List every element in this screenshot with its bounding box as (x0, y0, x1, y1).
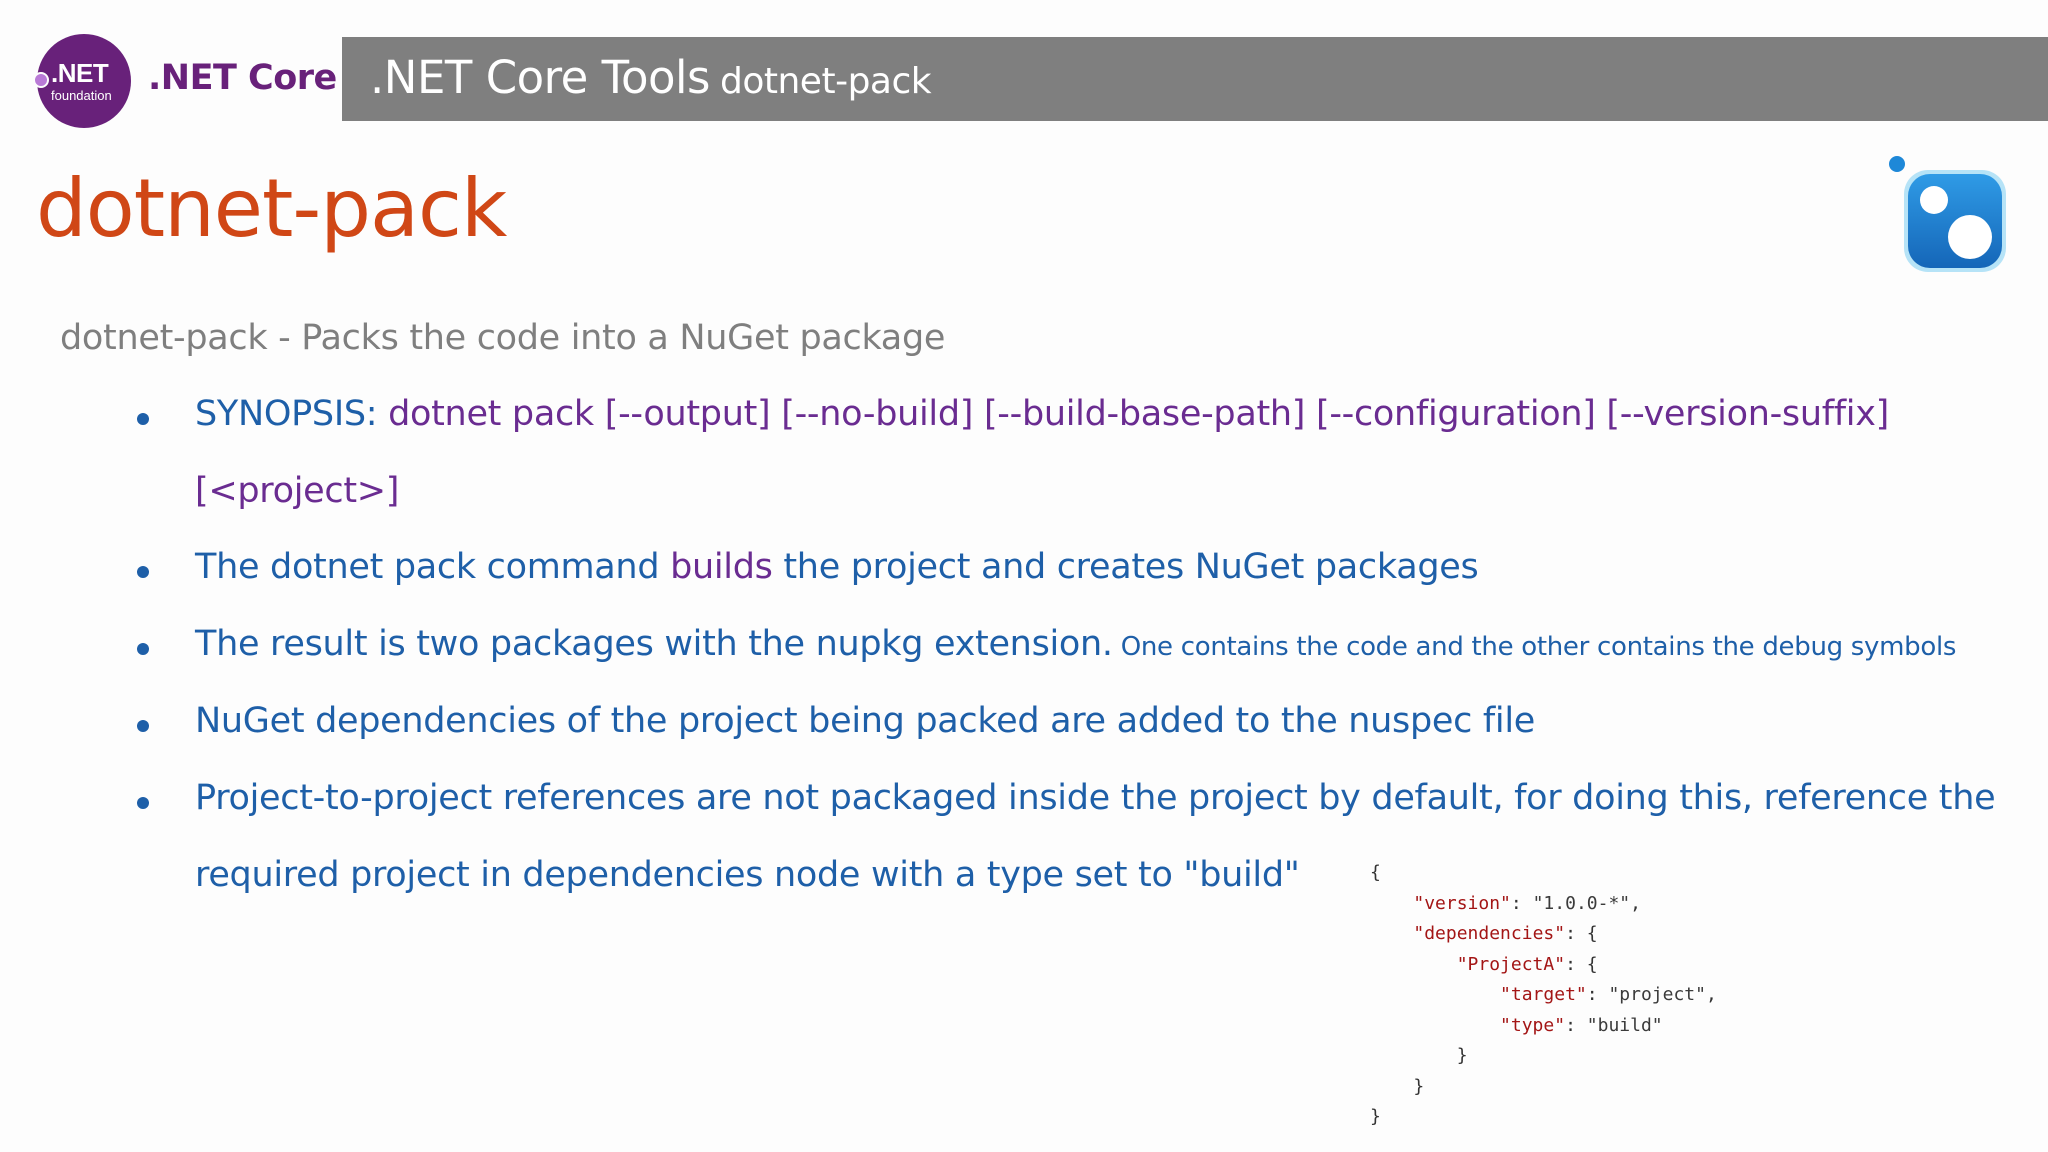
synopsis-label: SYNOPSIS: (195, 394, 378, 434)
bullet-marker (137, 720, 149, 732)
code-value: "1.0.0-*" (1532, 892, 1631, 914)
bullet-builds-part2: the project and creates NuGet packages (772, 547, 1479, 587)
logo-net-text: .NET (51, 58, 109, 88)
header-title: .NET Core Tools (370, 51, 711, 104)
code-key: "ProjectA" (1456, 953, 1566, 975)
code-key: "type" (1500, 1014, 1566, 1036)
logo-foundation-text: foundation (51, 88, 112, 103)
code-value: "project" (1608, 984, 1706, 1005)
bullet-marker (137, 566, 149, 578)
logo-dot-icon (33, 72, 49, 88)
nuget-logo-icon (1889, 156, 2006, 272)
header-title-wrap: .NET Core Tools dotnet-pack (370, 51, 932, 104)
bullet-result-note: One contains the code and the other cont… (1112, 632, 1957, 662)
header-subtitle: dotnet-pack (720, 61, 932, 102)
bullet-p2p-line2: required project in dependencies node wi… (195, 855, 1300, 895)
bullet-marker (137, 643, 149, 655)
bullet-builds-highlight: builds (670, 547, 773, 587)
bullet-marker (137, 413, 149, 425)
bullet-synopsis: SYNOPSIS: dotnet pack [--output] [--no-b… (195, 394, 1889, 434)
bullet-builds-part1: The dotnet pack command (195, 547, 671, 587)
bullet-dependencies: NuGet dependencies of the project being … (195, 701, 1536, 741)
header-bar: .NET Core Tools dotnet-pack (342, 37, 2048, 121)
bullet-p2p-line1: Project-to-project references are not pa… (195, 778, 1996, 818)
intro-text: dotnet-pack - Packs the code into a NuGe… (60, 318, 946, 358)
synopsis-command-continued: [<project>] (195, 471, 400, 511)
slide: .NET foundation .NET Core .NET Core Tool… (0, 0, 2048, 1152)
code-key: "target" (1500, 984, 1587, 1005)
bullet-marker (137, 797, 149, 809)
brand-label: .NET Core (148, 58, 337, 98)
page-title: dotnet-pack (36, 162, 507, 255)
code-key: "dependencies" (1413, 923, 1566, 944)
bullet-builds: The dotnet pack command builds the proje… (195, 547, 1479, 587)
bullet-result-main: The result is two packages with the nupk… (195, 624, 1113, 664)
code-key: "version" (1413, 892, 1511, 914)
code-brace: } (1370, 1106, 1381, 1127)
code-brace: { (1370, 862, 1381, 883)
code-value: "build" (1586, 1014, 1663, 1036)
synopsis-command: dotnet pack [--output] [--no-build] [--b… (377, 394, 1889, 434)
dotnet-foundation-logo: .NET foundation (33, 34, 131, 128)
bullet-result: The result is two packages with the nupk… (195, 624, 1956, 664)
code-snippet: { "version": "1.0.0-*", "dependencies": … (1370, 862, 1717, 1127)
